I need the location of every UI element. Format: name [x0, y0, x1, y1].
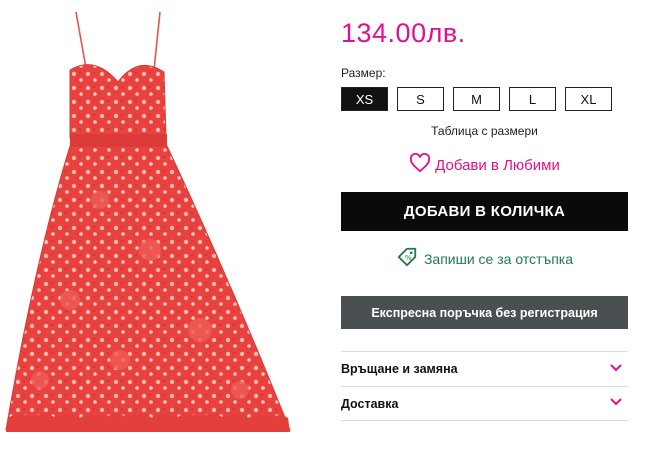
- size-option-xs[interactable]: XS: [341, 87, 388, 111]
- add-to-cart-button[interactable]: ДОБАВИ В КОЛИЧКА: [341, 192, 628, 231]
- size-selector: XS S M L XL: [341, 87, 612, 111]
- accordion-returns[interactable]: Връщане и замяна: [341, 351, 628, 386]
- svg-text:%: %: [405, 253, 412, 262]
- accordion-delivery-label: Доставка: [341, 396, 399, 411]
- product-price: 134.00лв.: [341, 18, 466, 48]
- add-to-favorites-button[interactable]: Добави в Любими: [341, 152, 628, 177]
- chevron-down-icon: [608, 394, 628, 413]
- size-option-l[interactable]: L: [509, 87, 556, 111]
- express-order-button[interactable]: Експресна поръчка без регистрация: [341, 296, 628, 329]
- product-image: [0, 0, 320, 445]
- heart-icon: [409, 152, 431, 177]
- chevron-down-icon: [608, 360, 628, 379]
- accordion-returns-label: Връщане и замяна: [341, 362, 458, 376]
- discount-signup-button[interactable]: % Запиши се за отстъпка: [341, 246, 628, 271]
- size-label: Размер:: [341, 66, 386, 80]
- discount-signup-label: Запиши се за отстъпка: [423, 250, 574, 267]
- tag-icon: %: [396, 246, 418, 271]
- size-chart-link[interactable]: Таблица с размери: [341, 124, 628, 138]
- add-to-favorites-label: Добави в Любими: [435, 156, 560, 174]
- size-option-m[interactable]: M: [453, 87, 500, 111]
- size-option-xl[interactable]: XL: [565, 87, 612, 111]
- accordion-delivery[interactable]: Доставка: [341, 386, 628, 421]
- size-option-s[interactable]: S: [397, 87, 444, 111]
